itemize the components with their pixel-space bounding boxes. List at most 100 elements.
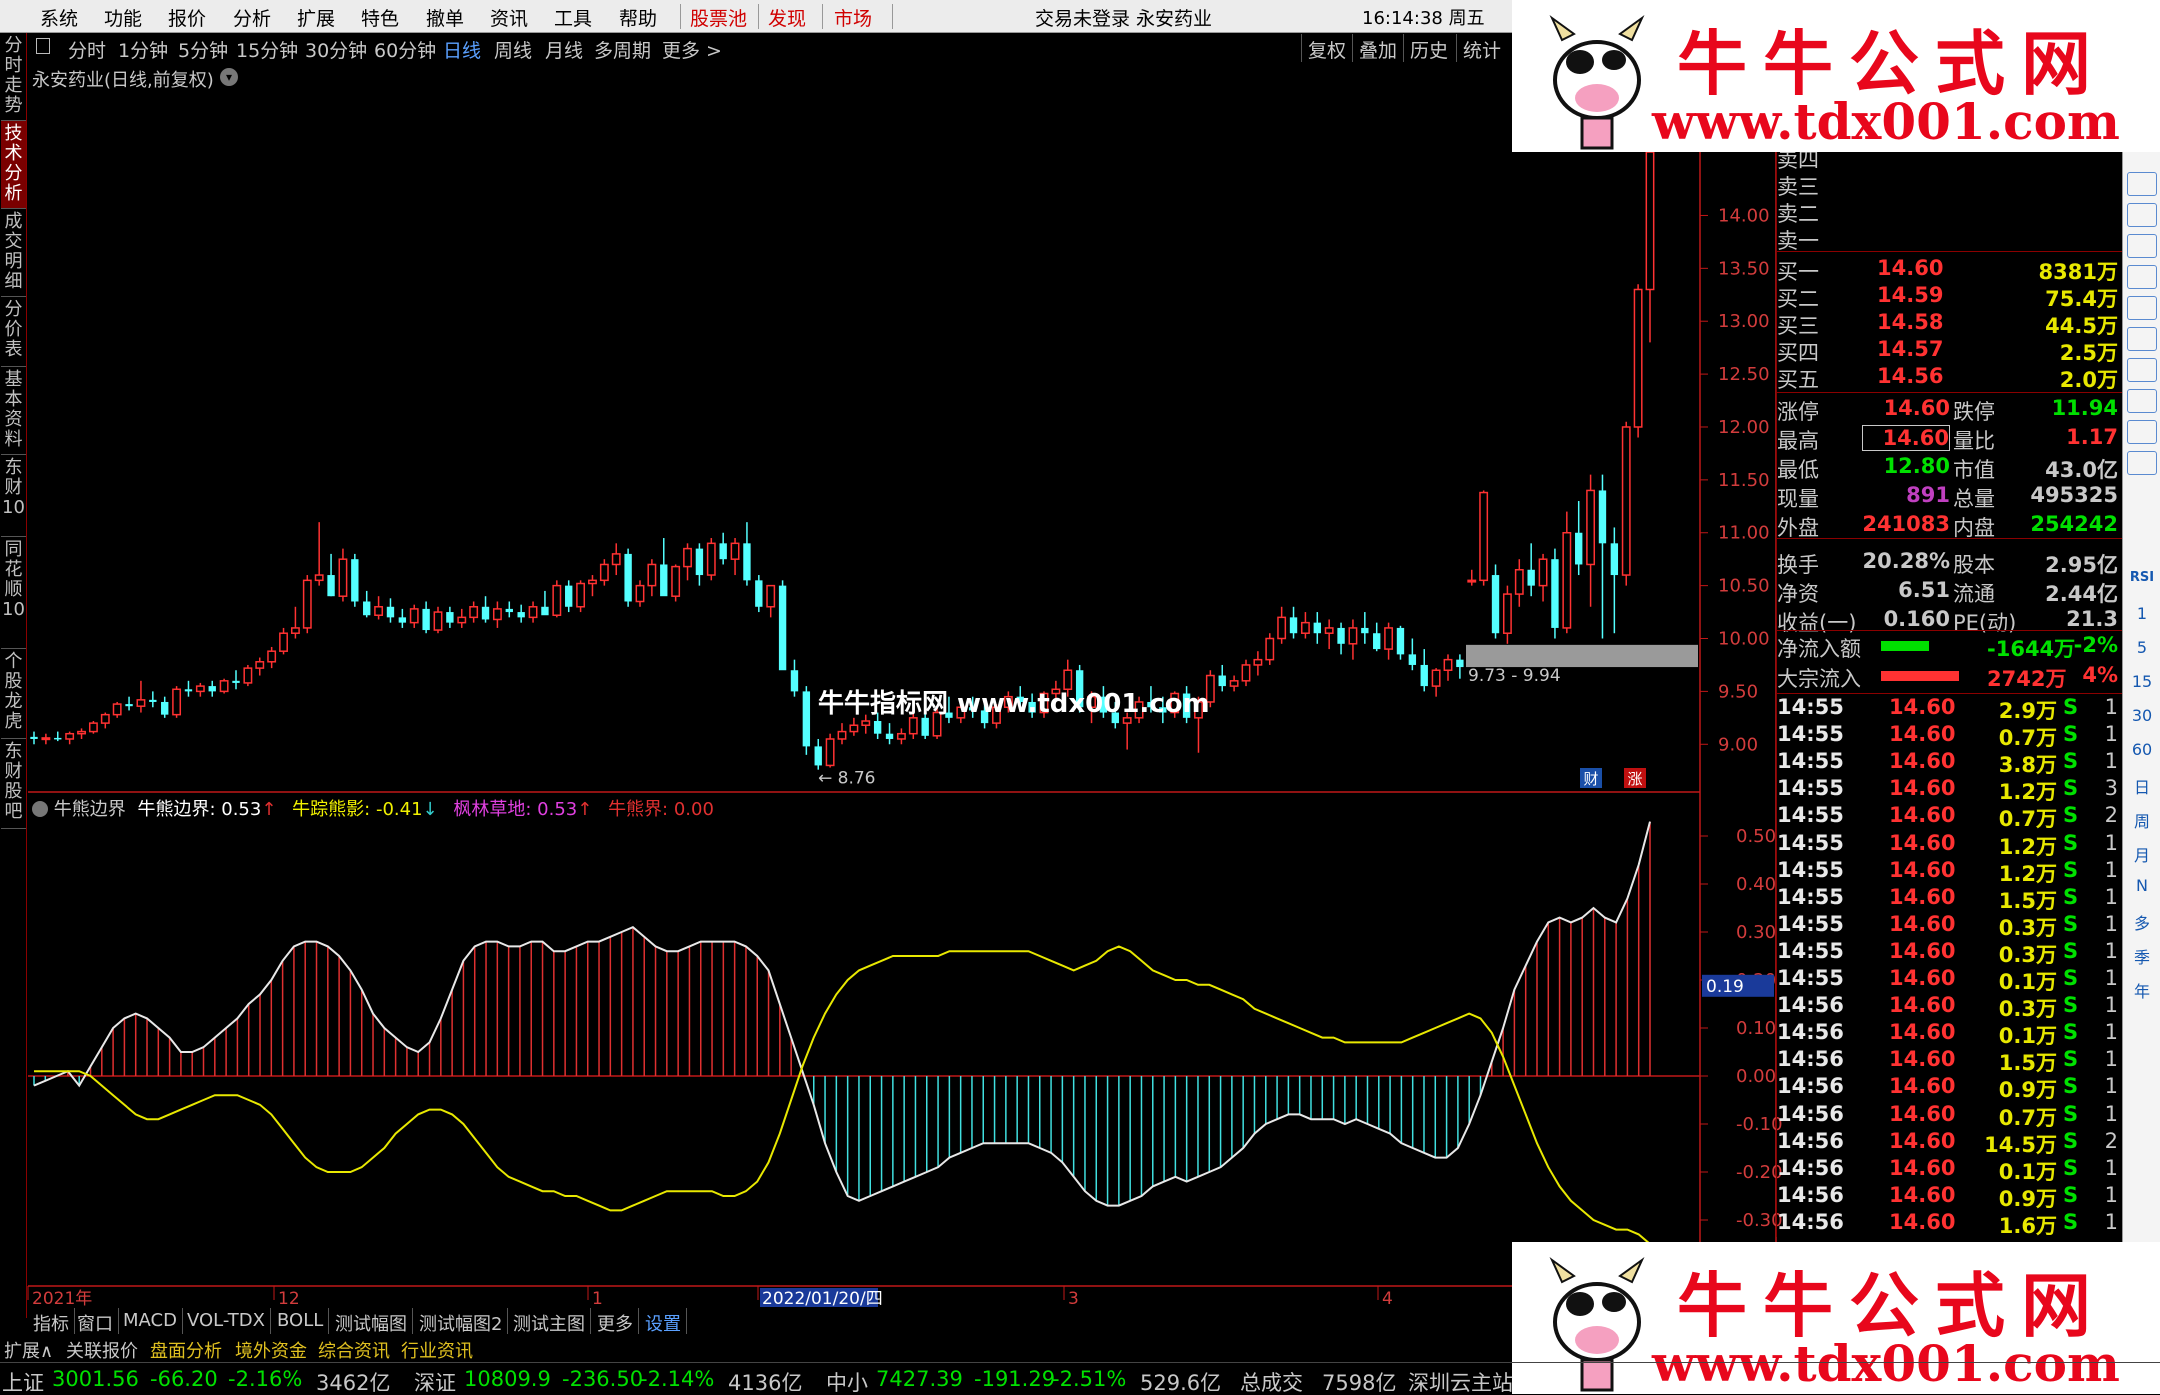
- tab-window[interactable]: 窗口: [72, 1308, 119, 1335]
- line-chart-icon[interactable]: [2127, 234, 2157, 258]
- price-range-label: 9.73 - 9.94: [1468, 666, 1561, 686]
- tick-side: S: [2063, 938, 2079, 963]
- candle: [1598, 474, 1607, 639]
- candle-body: [683, 547, 692, 568]
- list-icon[interactable]: [2127, 203, 2157, 227]
- candle-body: [1384, 627, 1394, 650]
- indicator-value-trace: 牛踪熊影: -0.41: [292, 799, 423, 820]
- stat-value: 495325: [2030, 483, 2118, 507]
- candle: [112, 701, 122, 718]
- limit-up-badge[interactable]: 涨: [1624, 768, 1646, 788]
- candle-body: [908, 717, 918, 735]
- tick-side: S: [2063, 1209, 2079, 1234]
- tab-settings[interactable]: 设置: [640, 1308, 687, 1335]
- fund-icon[interactable]: [2127, 327, 2157, 351]
- tab-test-subchart[interactable]: 测试幅图: [330, 1308, 413, 1335]
- candle: [1313, 612, 1321, 644]
- candle-body: [1431, 669, 1441, 687]
- right-nav-item[interactable]: 年: [2127, 978, 2157, 1002]
- tab-macd[interactable]: MACD: [118, 1308, 183, 1334]
- candle-body: [706, 542, 716, 576]
- candle-body: [1538, 558, 1548, 587]
- up-arrow-icon: ↑: [261, 799, 277, 820]
- indicator-name[interactable]: 牛熊边界: [54, 799, 126, 820]
- tab-vol-tdx[interactable]: VOL-TDX: [182, 1308, 271, 1334]
- tick-side: S: [2063, 776, 2079, 801]
- tab-test-mainchart[interactable]: 测试主图: [508, 1308, 591, 1335]
- chart-icon[interactable]: [2127, 358, 2157, 382]
- stat-value: 6.51: [1898, 578, 1950, 602]
- tab-general-news[interactable]: 综合资讯: [318, 1337, 390, 1363]
- right-nav-item[interactable]: 60: [2127, 740, 2157, 759]
- buy-level-label: 买三: [1777, 314, 1819, 338]
- tab-indicator[interactable]: 指标: [28, 1308, 75, 1335]
- tick-time: 14:55: [1777, 749, 1844, 774]
- candle-body: [825, 738, 835, 767]
- candle-icon[interactable]: [2127, 265, 2157, 289]
- right-nav-item[interactable]: 月: [2127, 842, 2157, 866]
- tick-side: S: [2063, 749, 2079, 774]
- right-nav-item[interactable]: 日: [2127, 774, 2157, 798]
- candle-body: [433, 611, 443, 631]
- tick-price: 14.60: [1889, 938, 1956, 963]
- candle: [1373, 622, 1381, 652]
- tab-more[interactable]: 更多: [592, 1308, 639, 1335]
- candle-body: [195, 685, 205, 693]
- tab-extend[interactable]: 扩展∧: [4, 1337, 53, 1363]
- candle-body: [77, 730, 86, 735]
- tab-industry-news[interactable]: 行业资讯: [401, 1337, 473, 1363]
- tick-time: 14:56: [1777, 1155, 1844, 1180]
- candle-body: [1645, 151, 1655, 291]
- candle-body: [743, 543, 751, 581]
- right-nav-item[interactable]: RSI: [2127, 570, 2157, 585]
- stat-label: 量比: [1953, 429, 1995, 453]
- candle: [1456, 654, 1464, 679]
- tick-count: 1: [2104, 966, 2118, 990]
- right-nav-item[interactable]: 5: [2127, 638, 2157, 657]
- index-value: 3001.56: [52, 1367, 139, 1391]
- tab-boll[interactable]: BOLL: [272, 1308, 330, 1334]
- stat-value: 12.80: [1883, 454, 1950, 478]
- price-axis-label: 10.50: [1718, 576, 1770, 597]
- candle: [599, 559, 609, 586]
- candle-body: [896, 732, 906, 740]
- right-nav-item[interactable]: 多: [2127, 910, 2157, 934]
- doc-icon[interactable]: [2127, 420, 2157, 444]
- right-nav-item[interactable]: N: [2127, 876, 2157, 895]
- candle: [386, 598, 395, 623]
- date-axis-label: 2022/01/20/四: [762, 1289, 883, 1309]
- circle-icon[interactable]: [2127, 451, 2157, 475]
- candle-body: [624, 553, 632, 602]
- sell-level-label: 卖三: [1777, 175, 1819, 199]
- tick-price: 14.60: [1889, 966, 1956, 990]
- order-book-divider: [1777, 538, 2123, 539]
- right-nav-item[interactable]: 15: [2127, 672, 2157, 691]
- tab-related-quotes[interactable]: 关联报价: [66, 1337, 138, 1363]
- candle: [219, 678, 229, 694]
- candle-body: [1467, 579, 1477, 583]
- candle-body: [386, 606, 395, 618]
- right-nav-item[interactable]: 周: [2127, 808, 2157, 832]
- candle-body: [172, 688, 182, 716]
- right-nav-item[interactable]: 30: [2127, 706, 2157, 725]
- candle-body: [1491, 575, 1500, 634]
- tab-test-subchart-2[interactable]: 测试幅图2: [414, 1308, 509, 1335]
- candle-body: [695, 548, 704, 576]
- candle: [1265, 633, 1275, 665]
- candle: [314, 522, 324, 586]
- tick-volume: 1.6万: [1998, 1213, 2057, 1238]
- finance-badge[interactable]: 财: [1580, 768, 1602, 788]
- chevron-down-icon[interactable]: [32, 801, 48, 817]
- flow-label: 净流入额: [1777, 637, 1861, 661]
- candle-body: [290, 627, 300, 634]
- chevron-down-icon[interactable]: ▾: [220, 68, 238, 86]
- right-nav-item[interactable]: 季: [2127, 944, 2157, 968]
- right-nav-item[interactable]: 1: [2127, 604, 2157, 623]
- window-icon[interactable]: [2127, 296, 2157, 320]
- f10-icon[interactable]: [2127, 389, 2157, 413]
- candle-body: [778, 585, 787, 671]
- candle: [1408, 638, 1417, 671]
- tab-market-analysis[interactable]: 盘面分析: [150, 1337, 222, 1363]
- grid-icon[interactable]: [2127, 172, 2157, 196]
- tab-foreign-capital[interactable]: 境外资金: [235, 1337, 307, 1363]
